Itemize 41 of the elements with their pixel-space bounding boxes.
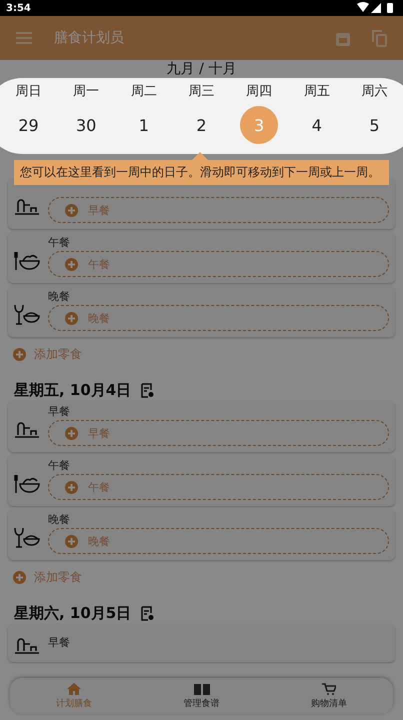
plus-icon <box>65 534 78 548</box>
notes-icon[interactable] <box>141 382 154 398</box>
menu-icon[interactable] <box>16 32 32 44</box>
day-tab[interactable]: 周二 1 <box>115 82 172 154</box>
meal-label: 晚餐 <box>48 513 71 526</box>
plus-icon <box>65 312 78 324</box>
meal-label: 早餐 <box>48 636 71 648</box>
tooltip-text: 您可以在这里看到一周中的日子。滑动即可移动到下一周或上一周。 <box>20 165 380 179</box>
plus-icon <box>65 426 78 440</box>
plus-icon <box>65 480 78 494</box>
fork-bowl-icon <box>14 472 40 494</box>
wine-bowl-icon <box>14 526 40 548</box>
calendar-icon[interactable] <box>336 30 350 46</box>
day-tab[interactable]: 周四 3 <box>230 82 288 154</box>
day-tab[interactable]: 周一 30 <box>58 82 115 154</box>
meal-label: 晚餐 <box>48 290 71 303</box>
nav-tab[interactable]: 管理食谱 <box>138 678 266 714</box>
day-tab[interactable]: 周三 2 <box>172 82 230 154</box>
plus-icon <box>65 258 78 270</box>
meal-label: 午餐 <box>48 236 71 249</box>
notes-icon[interactable] <box>141 606 154 620</box>
day-tab[interactable]: 周五 4 <box>288 82 346 154</box>
day-tab[interactable]: 周六 5 <box>346 82 403 154</box>
plus-icon <box>65 204 78 216</box>
cart-icon <box>322 682 336 694</box>
fork-bowl-icon <box>14 250 40 272</box>
meal-label: 早餐 <box>48 405 71 418</box>
day-tab[interactable]: 周日 29 <box>0 82 57 154</box>
day-heading: 星期五, 10月4日 <box>14 381 132 399</box>
copy-icon[interactable] <box>372 30 387 46</box>
nav-tab[interactable]: 购物清单 <box>265 678 394 714</box>
book-icon <box>194 682 210 694</box>
month-label: 九月 / 十月 <box>166 60 238 78</box>
meal-label: 午餐 <box>48 459 71 472</box>
status-time: 3:54 <box>6 2 31 14</box>
day-heading: 星期六, 10月5日 <box>14 604 132 622</box>
plus-icon <box>13 571 26 584</box>
app-title: 膳食计划员 <box>54 29 125 47</box>
home-icon <box>66 682 81 694</box>
wine-bowl-icon <box>14 304 40 326</box>
plus-icon <box>13 348 26 361</box>
